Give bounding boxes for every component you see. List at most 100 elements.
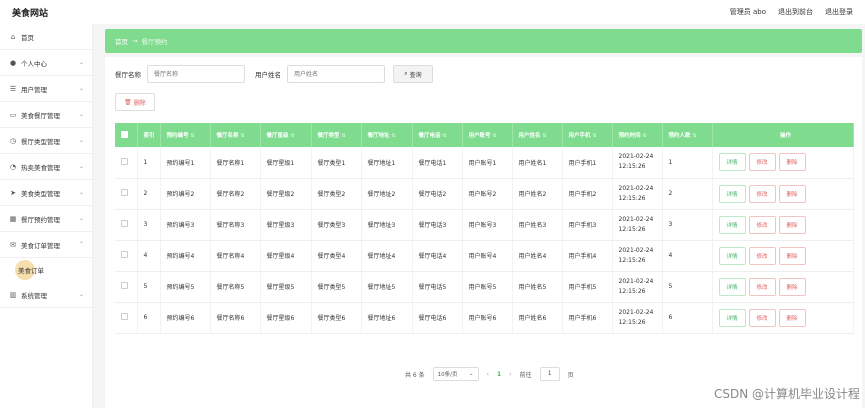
column-header[interactable]: 索引 — [137, 123, 161, 147]
delete-row-button[interactable]: 删除 — [778, 277, 806, 296]
row-checkbox[interactable] — [121, 157, 128, 165]
sidebar-item[interactable]: ▥ 系统管理 ⌄ — [0, 282, 92, 308]
user-name-input[interactable] — [287, 65, 385, 83]
sidebar-item[interactable]: ◔ 热卖美食管理 ⌄ — [0, 154, 92, 180]
breadcrumb-home[interactable]: 首页 — [115, 36, 128, 46]
column-header[interactable]: 用户姓名 ⇅ — [512, 123, 563, 147]
sidebar-item[interactable]: ◷ 餐厅类型管理 ⌄ — [0, 128, 92, 154]
column-header[interactable]: 预约人数 ⇅ — [662, 123, 713, 147]
select-all-header — [115, 123, 138, 147]
row-select-cell — [115, 178, 138, 210]
home-icon: ⌂ — [10, 32, 16, 41]
edit-button[interactable]: 修改 — [748, 277, 776, 296]
table-cell: 餐厅星级1 — [260, 147, 312, 179]
sidebar-item[interactable]: ● 个人中心 ⌄ — [0, 50, 92, 76]
prev-page-button[interactable]: ‹ — [487, 371, 489, 378]
edit-button[interactable]: 修改 — [748, 246, 776, 265]
sort-icon[interactable]: ⇅ — [593, 133, 597, 139]
column-header[interactable]: 餐厅名称 ⇅ — [210, 123, 261, 147]
table-cell: 餐厅名称1 — [210, 147, 261, 179]
delete-row-button[interactable]: 删除 — [778, 184, 806, 203]
delete-row-button[interactable]: 删除 — [778, 215, 806, 234]
column-header[interactable]: 用户账号 ⇅ — [462, 123, 513, 147]
row-checkbox[interactable] — [121, 313, 128, 320]
sort-icon[interactable]: ⇅ — [241, 133, 245, 139]
detail-button[interactable]: 详情 — [718, 153, 746, 172]
column-header[interactable]: 预约编号 ⇅ — [160, 123, 211, 147]
row-checkbox[interactable] — [121, 282, 128, 289]
row-select-cell — [115, 147, 138, 179]
app-title: 美食网站 — [12, 9, 49, 19]
reservation-time-cell: 2021-02-24 12:15:26 — [612, 178, 663, 210]
detail-button[interactable]: 详情 — [718, 277, 746, 296]
edit-button[interactable]: 修改 — [748, 308, 776, 327]
row-select-cell — [115, 302, 138, 334]
row-checkbox[interactable] — [121, 251, 128, 258]
sort-icon[interactable]: ⇅ — [543, 133, 547, 139]
sidebar-item[interactable]: ✉ 美食订单管理 ⌃ — [0, 232, 92, 258]
sidebar-item[interactable]: ▦ 餐厅预约管理 ⌄ — [0, 206, 92, 232]
table-cell: 用户账号6 — [462, 302, 513, 334]
column-header-label: 餐厅地址 — [367, 133, 390, 139]
delete-row-button[interactable]: 删除 — [778, 153, 806, 172]
chevron-icon: ⌄ — [78, 137, 84, 144]
actions-cell: 详情 修改 删除 — [712, 240, 854, 272]
column-header[interactable]: 餐厅电话 ⇅ — [412, 123, 463, 147]
sort-icon[interactable]: ⇅ — [643, 133, 647, 139]
column-header[interactable]: 餐厅类型 ⇅ — [311, 123, 362, 147]
table-cell: 用户账号1 — [462, 147, 513, 179]
column-header[interactable]: 用户手机 ⇅ — [562, 123, 613, 147]
edit-button[interactable]: 修改 — [748, 153, 776, 172]
edit-button[interactable]: 修改 — [748, 215, 776, 234]
delete-row-button[interactable]: 删除 — [778, 246, 806, 265]
detail-button[interactable]: 详情 — [718, 308, 746, 327]
detail-button[interactable]: 详情 — [718, 215, 746, 234]
sort-icon[interactable]: ⇅ — [342, 133, 346, 139]
delete-row-button[interactable]: 删除 — [778, 308, 806, 327]
sort-icon[interactable]: ⇅ — [693, 133, 697, 139]
detail-button[interactable]: 详情 — [718, 184, 746, 203]
goto-page-input[interactable]: 1 — [539, 367, 560, 381]
sidebar-item[interactable]: ☰ 用户管理 ⌄ — [0, 76, 92, 102]
row-checkbox[interactable] — [121, 189, 128, 196]
reservation-time-cell: 2021-02-24 12:15:26 — [612, 209, 663, 241]
search-button[interactable]: ⌕ 查询 — [393, 65, 433, 83]
table-cell: 餐厅类型5 — [311, 271, 362, 303]
column-header-label: 预约编号 — [166, 133, 189, 139]
sidebar-item-label: 美食订单管理 — [21, 241, 60, 250]
table-cell: 用户账号2 — [462, 178, 513, 210]
sort-icon[interactable]: ⇅ — [392, 133, 396, 139]
edit-button[interactable]: 修改 — [748, 184, 776, 203]
sidebar-item[interactable]: ➤ 美食类型管理 ⌄ — [0, 180, 92, 206]
sidebar-item[interactable]: ▭ 美食餐厅管理 ⌄ — [0, 102, 92, 128]
reservation-clock: 12:15:26 — [618, 163, 646, 171]
select-all-checkbox[interactable] — [121, 130, 128, 138]
table-cell: 5 — [137, 271, 161, 303]
batch-delete-button[interactable]: 🗑 删除 — [115, 93, 155, 111]
column-header[interactable]: 餐厅星级 ⇅ — [260, 123, 312, 147]
sidebar-subitem-food-order[interactable]: 美食订单 — [0, 258, 92, 282]
restaurant-name-input[interactable] — [147, 65, 245, 83]
detail-button[interactable]: 详情 — [718, 246, 746, 265]
sort-icon[interactable]: ⇅ — [493, 133, 497, 139]
row-checkbox[interactable] — [121, 220, 128, 227]
page-number-current[interactable]: 1 — [497, 371, 501, 378]
exit-to-frontend-link[interactable]: 退出到前台 — [778, 7, 813, 17]
reservation-clock: 12:15:26 — [618, 225, 646, 233]
table-cell: 餐厅名称4 — [210, 240, 261, 272]
sidebar-item[interactable]: ⌂ 首页 — [0, 24, 92, 50]
sort-icon[interactable]: ⇅ — [443, 133, 447, 139]
sort-icon[interactable]: ⇅ — [291, 133, 295, 139]
sort-icon[interactable]: ⇅ — [191, 133, 195, 139]
page-size-value: 10条/页 — [437, 372, 458, 378]
page-size-select[interactable]: 10条/页 ⌄ — [432, 367, 479, 381]
goto-label: 前往 — [519, 371, 532, 379]
watermark: CSDN @计算机毕业设计程 — [713, 387, 860, 401]
actions-cell: 详情 修改 删除 — [712, 178, 854, 210]
logout-link[interactable]: 退出登录 — [825, 7, 853, 17]
column-header[interactable]: 预约时间 ⇅ — [612, 123, 663, 147]
column-header[interactable]: 餐厅地址 ⇅ — [361, 123, 413, 147]
table-cell: 餐厅类型4 — [311, 240, 362, 272]
table-cell: 预约编号1 — [160, 147, 211, 179]
next-page-button[interactable]: › — [509, 371, 511, 378]
